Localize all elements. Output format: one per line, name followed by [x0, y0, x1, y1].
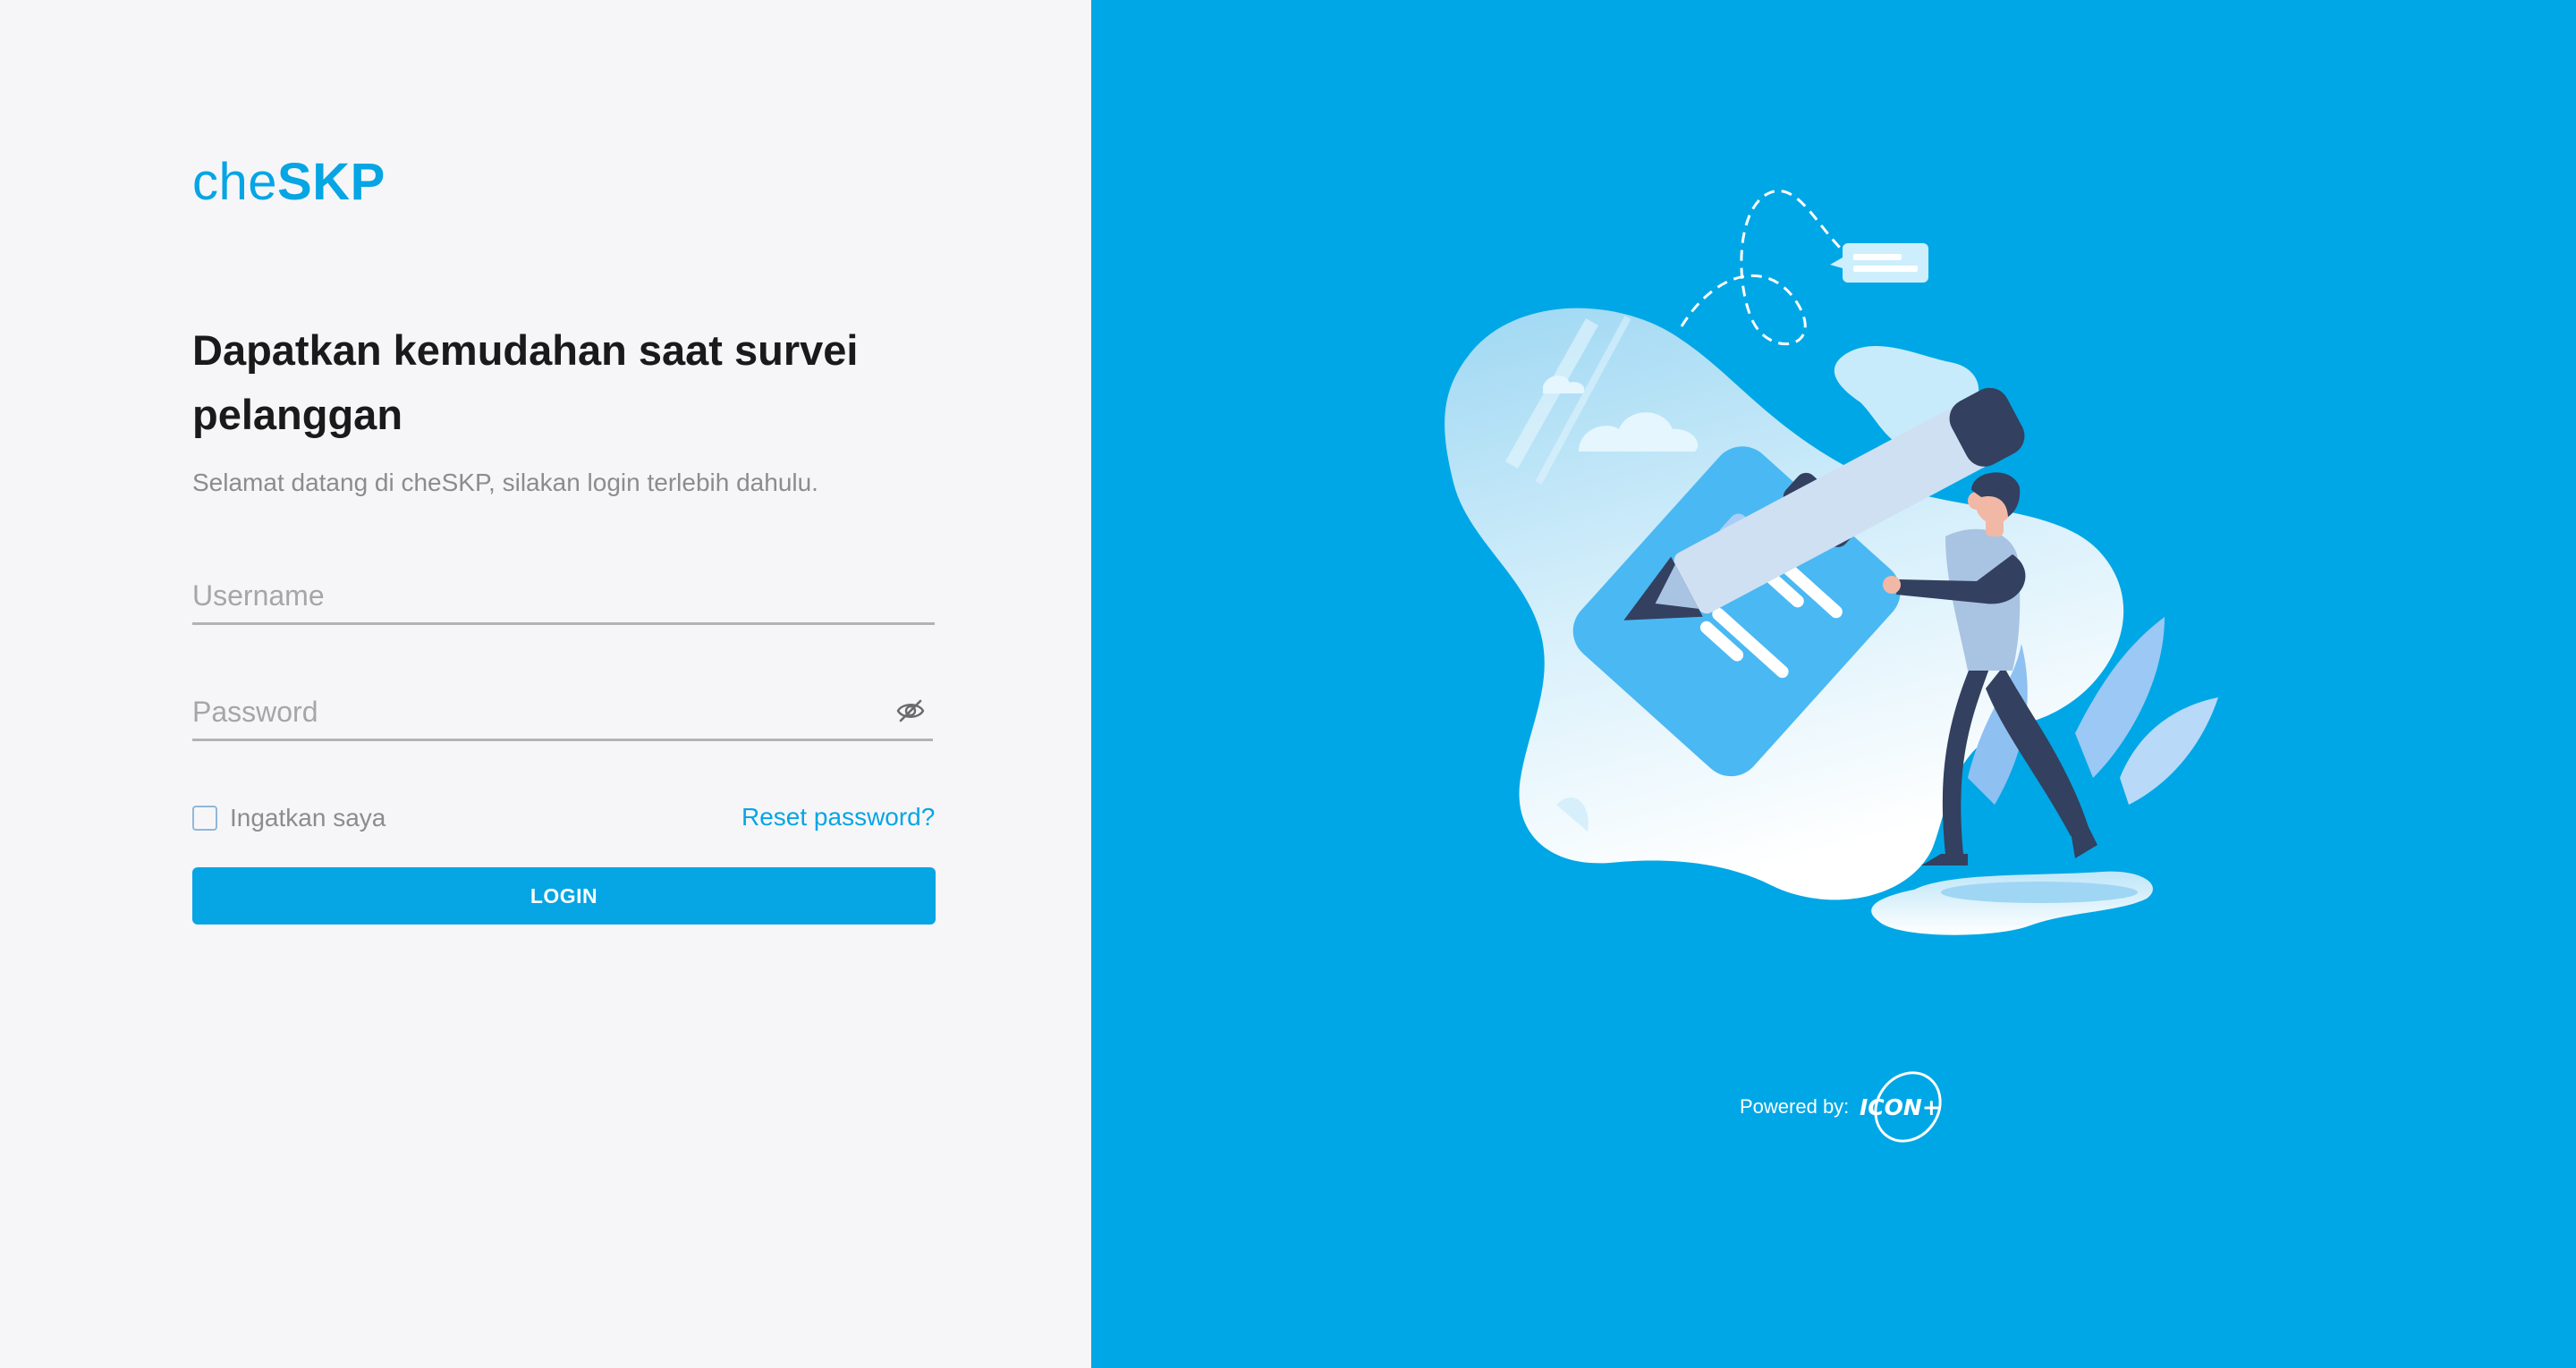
username-input[interactable] [192, 569, 935, 622]
logo-strong: SKP [277, 153, 386, 211]
message-bubble-icon [1843, 243, 1928, 283]
icon-plus-logo: ICON+ [1860, 1071, 1942, 1143]
dashed-trail [1680, 190, 1844, 346]
login-panel: cheSKP Dapatkan kemudahan saat survei pe… [0, 0, 1091, 1368]
username-field [192, 569, 935, 625]
illustration-panel: Powered by: ICON+ [1091, 0, 2576, 1368]
remember-label: Ingatkan saya [230, 804, 386, 832]
logo-prefix: che [192, 153, 278, 211]
powered-by-label: Powered by: [1740, 1095, 1850, 1118]
login-illustration [1445, 190, 2218, 935]
puddle [1871, 871, 2153, 935]
welcome-subtitle: Selamat datang di cheSKP, silakan login … [192, 469, 818, 496]
login-button[interactable]: LOGIN [192, 867, 936, 925]
password-field [192, 685, 933, 741]
reset-password-link[interactable]: Reset password? [741, 803, 935, 832]
remember-me[interactable]: Ingatkan saya [192, 804, 386, 832]
page-headline: Dapatkan kemudahan saat survei pelanggan [192, 326, 859, 438]
login-page: cheSKP Dapatkan kemudahan saat survei pe… [0, 0, 2576, 1368]
powered-by: Powered by: ICON+ [1740, 1068, 1960, 1145]
password-input[interactable] [192, 685, 933, 739]
remember-checkbox[interactable] [192, 806, 217, 831]
eye-slash-icon[interactable] [895, 697, 926, 724]
app-logo: cheSKP [192, 152, 386, 212]
svg-text:ICON+: ICON+ [1860, 1094, 1941, 1120]
